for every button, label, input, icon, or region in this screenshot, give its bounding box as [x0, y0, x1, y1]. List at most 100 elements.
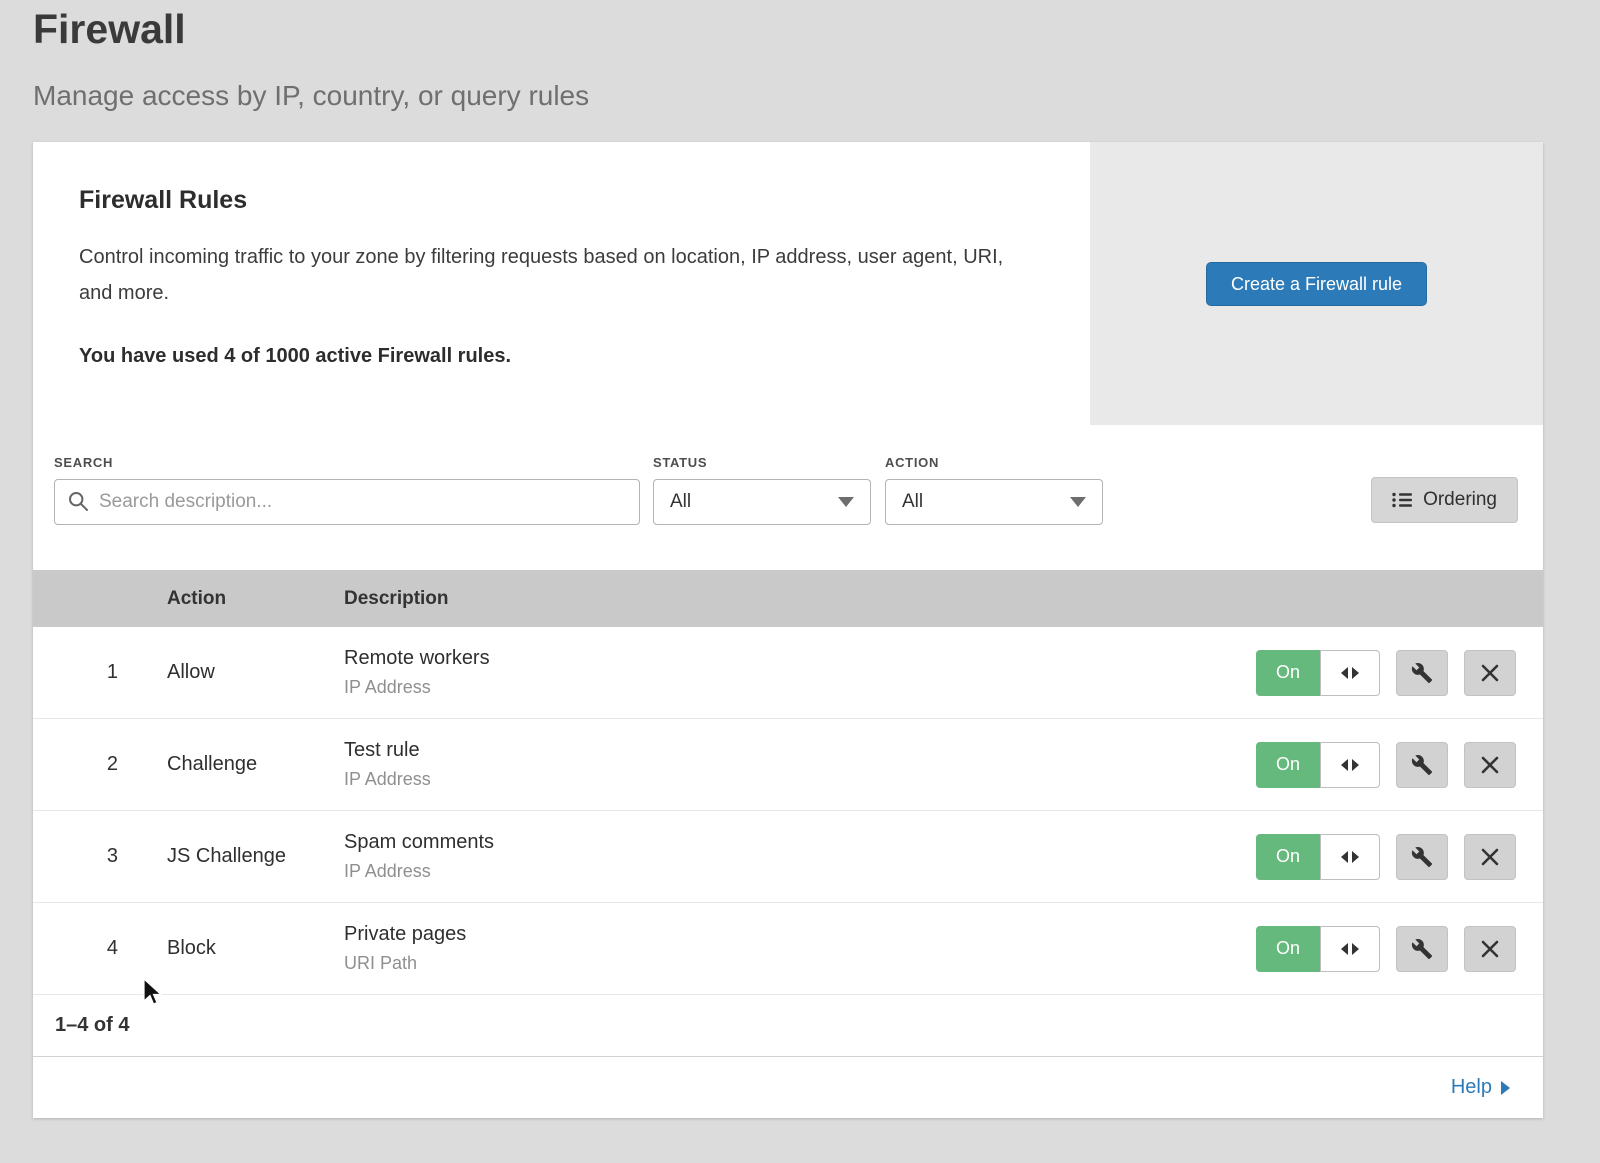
arrow-right-icon	[1501, 1081, 1510, 1095]
rule-description-title: Test rule	[344, 739, 431, 762]
arrow-right-icon	[1352, 759, 1359, 771]
firewall-rules-card: Firewall Rules Control incoming traffic …	[33, 142, 1543, 1118]
rule-action: JS Challenge	[167, 845, 344, 868]
toggle-on-label: On	[1256, 742, 1320, 788]
rule-enabled-toggle[interactable]: On	[1256, 926, 1380, 972]
chevron-down-icon	[838, 497, 854, 507]
toggle-handle[interactable]	[1320, 650, 1380, 696]
ordering-button[interactable]: Ordering	[1371, 477, 1518, 523]
column-header-action: Action	[167, 588, 344, 610]
wrench-icon	[1411, 754, 1433, 776]
status-group: STATUS All	[653, 455, 885, 525]
rule-description-title: Remote workers	[344, 647, 490, 670]
rule-priority: 3	[33, 845, 118, 868]
wrench-icon	[1411, 846, 1433, 868]
table-row: 1 Allow Remote workers IP Address On	[33, 627, 1543, 719]
create-firewall-rule-button[interactable]: Create a Firewall rule	[1206, 262, 1427, 306]
help-bar: Help	[33, 1057, 1543, 1118]
rule-controls: On	[1256, 834, 1516, 880]
close-icon	[1480, 663, 1500, 683]
rule-controls: On	[1256, 926, 1516, 972]
search-label: SEARCH	[54, 455, 640, 470]
delete-rule-button[interactable]	[1464, 742, 1516, 788]
rule-action: Challenge	[167, 753, 344, 776]
arrow-right-icon	[1352, 851, 1359, 863]
close-icon	[1480, 939, 1500, 959]
search-group: SEARCH	[54, 455, 640, 525]
toggle-on-label: On	[1256, 834, 1320, 880]
close-icon	[1480, 847, 1500, 867]
rule-priority: 2	[33, 753, 118, 776]
help-link-label: Help	[1451, 1076, 1492, 1099]
rule-controls: On	[1256, 650, 1516, 696]
table-row: 2 Challenge Test rule IP Address On	[33, 719, 1543, 811]
rule-action: Block	[167, 937, 344, 960]
delete-rule-button[interactable]	[1464, 926, 1516, 972]
rules-usage-count: You have used 4 of 1000 active Firewall …	[79, 345, 1030, 368]
chevron-down-icon	[1070, 497, 1086, 507]
toggle-on-label: On	[1256, 650, 1320, 696]
rule-match-type: URI Path	[344, 953, 466, 974]
section-description: Control incoming traffic to your zone by…	[79, 239, 1029, 311]
action-selected-value: All	[902, 491, 923, 513]
search-icon	[68, 491, 88, 511]
edit-rule-button[interactable]	[1396, 834, 1448, 880]
list-ordering-icon	[1392, 492, 1412, 508]
rule-description: Private pages URI Path	[344, 923, 466, 974]
table-header: Action Description	[33, 570, 1543, 627]
action-label: ACTION	[885, 455, 1103, 470]
rule-enabled-toggle[interactable]: On	[1256, 650, 1380, 696]
pagination-bar: 1–4 of 4	[33, 995, 1543, 1057]
create-rule-panel: Create a Firewall rule	[1090, 142, 1543, 425]
toggle-handle[interactable]	[1320, 834, 1380, 880]
rule-description: Remote workers IP Address	[344, 647, 490, 698]
delete-rule-button[interactable]	[1464, 650, 1516, 696]
action-group: ACTION All	[885, 455, 1103, 525]
pagination-range: 1–4 of 4	[55, 1014, 129, 1037]
rule-match-type: IP Address	[344, 769, 431, 790]
rule-enabled-toggle[interactable]: On	[1256, 742, 1380, 788]
rule-description: Test rule IP Address	[344, 739, 431, 790]
rule-priority: 4	[33, 937, 118, 960]
page-subtitle: Manage access by IP, country, or query r…	[33, 80, 589, 112]
close-icon	[1480, 755, 1500, 775]
search-input[interactable]	[54, 479, 640, 525]
filters-bar: SEARCH STATUS All ACTION All	[33, 425, 1543, 570]
rules-intro-text: Firewall Rules Control incoming traffic …	[33, 142, 1090, 425]
status-select[interactable]: All	[653, 479, 871, 525]
column-header-description: Description	[344, 588, 449, 610]
rules-intro-section: Firewall Rules Control incoming traffic …	[33, 142, 1543, 425]
toggle-on-label: On	[1256, 926, 1320, 972]
arrow-right-icon	[1352, 943, 1359, 955]
status-label: STATUS	[653, 455, 885, 470]
wrench-icon	[1411, 938, 1433, 960]
rule-description-title: Spam comments	[344, 831, 494, 854]
arrow-left-icon	[1341, 667, 1348, 679]
wrench-icon	[1411, 662, 1433, 684]
status-selected-value: All	[670, 491, 691, 513]
arrow-right-icon	[1352, 667, 1359, 679]
rule-description-title: Private pages	[344, 923, 466, 946]
rule-controls: On	[1256, 742, 1516, 788]
rule-priority: 1	[33, 661, 118, 684]
edit-rule-button[interactable]	[1396, 926, 1448, 972]
rule-match-type: IP Address	[344, 861, 494, 882]
help-link[interactable]: Help	[1451, 1076, 1510, 1099]
arrow-left-icon	[1341, 943, 1348, 955]
edit-rule-button[interactable]	[1396, 650, 1448, 696]
rule-enabled-toggle[interactable]: On	[1256, 834, 1380, 880]
delete-rule-button[interactable]	[1464, 834, 1516, 880]
section-heading: Firewall Rules	[79, 186, 1030, 215]
arrow-left-icon	[1341, 851, 1348, 863]
toggle-handle[interactable]	[1320, 926, 1380, 972]
action-select[interactable]: All	[885, 479, 1103, 525]
toggle-handle[interactable]	[1320, 742, 1380, 788]
arrow-left-icon	[1341, 759, 1348, 771]
table-row: 3 JS Challenge Spam comments IP Address …	[33, 811, 1543, 903]
ordering-button-label: Ordering	[1423, 489, 1497, 511]
rule-description: Spam comments IP Address	[344, 831, 494, 882]
table-row: 4 Block Private pages URI Path On	[33, 903, 1543, 995]
rule-action: Allow	[167, 661, 344, 684]
edit-rule-button[interactable]	[1396, 742, 1448, 788]
page-title: Firewall	[33, 6, 186, 53]
